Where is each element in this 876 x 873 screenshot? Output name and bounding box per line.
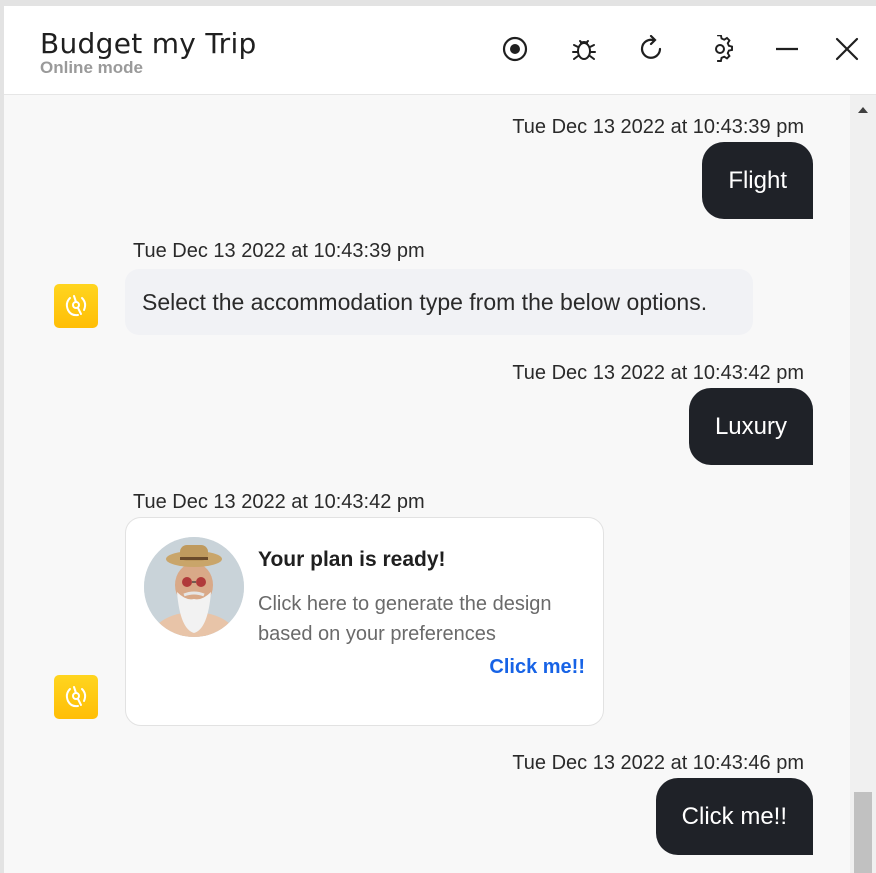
traveler-portrait-image bbox=[144, 537, 244, 637]
user-message-bubble: Flight bbox=[702, 142, 813, 219]
bot-avatar-icon bbox=[54, 284, 98, 328]
card-description: Click here to generate the design based … bbox=[258, 593, 552, 645]
scroll-up-arrow-icon[interactable] bbox=[858, 107, 868, 113]
user-message-bubble: Luxury bbox=[688, 388, 813, 465]
plan-ready-card: Your plan is ready! Click here to genera… bbox=[125, 517, 604, 726]
chat-window: Budget my Trip Online mode Tue Dec 13 20… bbox=[4, 6, 876, 873]
bot-message-bubble: Select the accommodation type from the b… bbox=[125, 269, 753, 335]
settings-icon[interactable] bbox=[705, 34, 735, 64]
chat-header: Budget my Trip Online mode bbox=[4, 6, 876, 95]
record-icon[interactable] bbox=[500, 34, 530, 64]
message-timestamp: Tue Dec 13 2022 at 10:43:39 pm bbox=[133, 240, 425, 262]
refresh-icon[interactable] bbox=[637, 34, 667, 64]
message-list[interactable]: Tue Dec 13 2022 at 10:43:39 pm Flight Tu… bbox=[4, 95, 850, 873]
chat-scrollbar[interactable] bbox=[850, 95, 876, 873]
message-timestamp: Tue Dec 13 2022 at 10:43:39 pm bbox=[512, 116, 804, 138]
message-timestamp: Tue Dec 13 2022 at 10:43:42 pm bbox=[133, 491, 425, 513]
bot-avatar-icon bbox=[54, 675, 98, 719]
bug-icon[interactable] bbox=[569, 34, 599, 64]
card-action-link[interactable]: Click me!! bbox=[489, 656, 585, 679]
card-title: Your plan is ready! bbox=[258, 548, 446, 571]
message-timestamp: Tue Dec 13 2022 at 10:43:42 pm bbox=[512, 362, 804, 384]
chat-title: Budget my Trip bbox=[40, 27, 257, 60]
connection-mode: Online mode bbox=[40, 58, 143, 77]
close-icon[interactable] bbox=[832, 34, 862, 64]
user-message-bubble: Click me!! bbox=[655, 778, 813, 855]
minimize-icon[interactable] bbox=[772, 34, 802, 64]
message-timestamp: Tue Dec 13 2022 at 10:43:46 pm bbox=[512, 752, 804, 774]
scroll-thumb[interactable] bbox=[854, 792, 872, 873]
